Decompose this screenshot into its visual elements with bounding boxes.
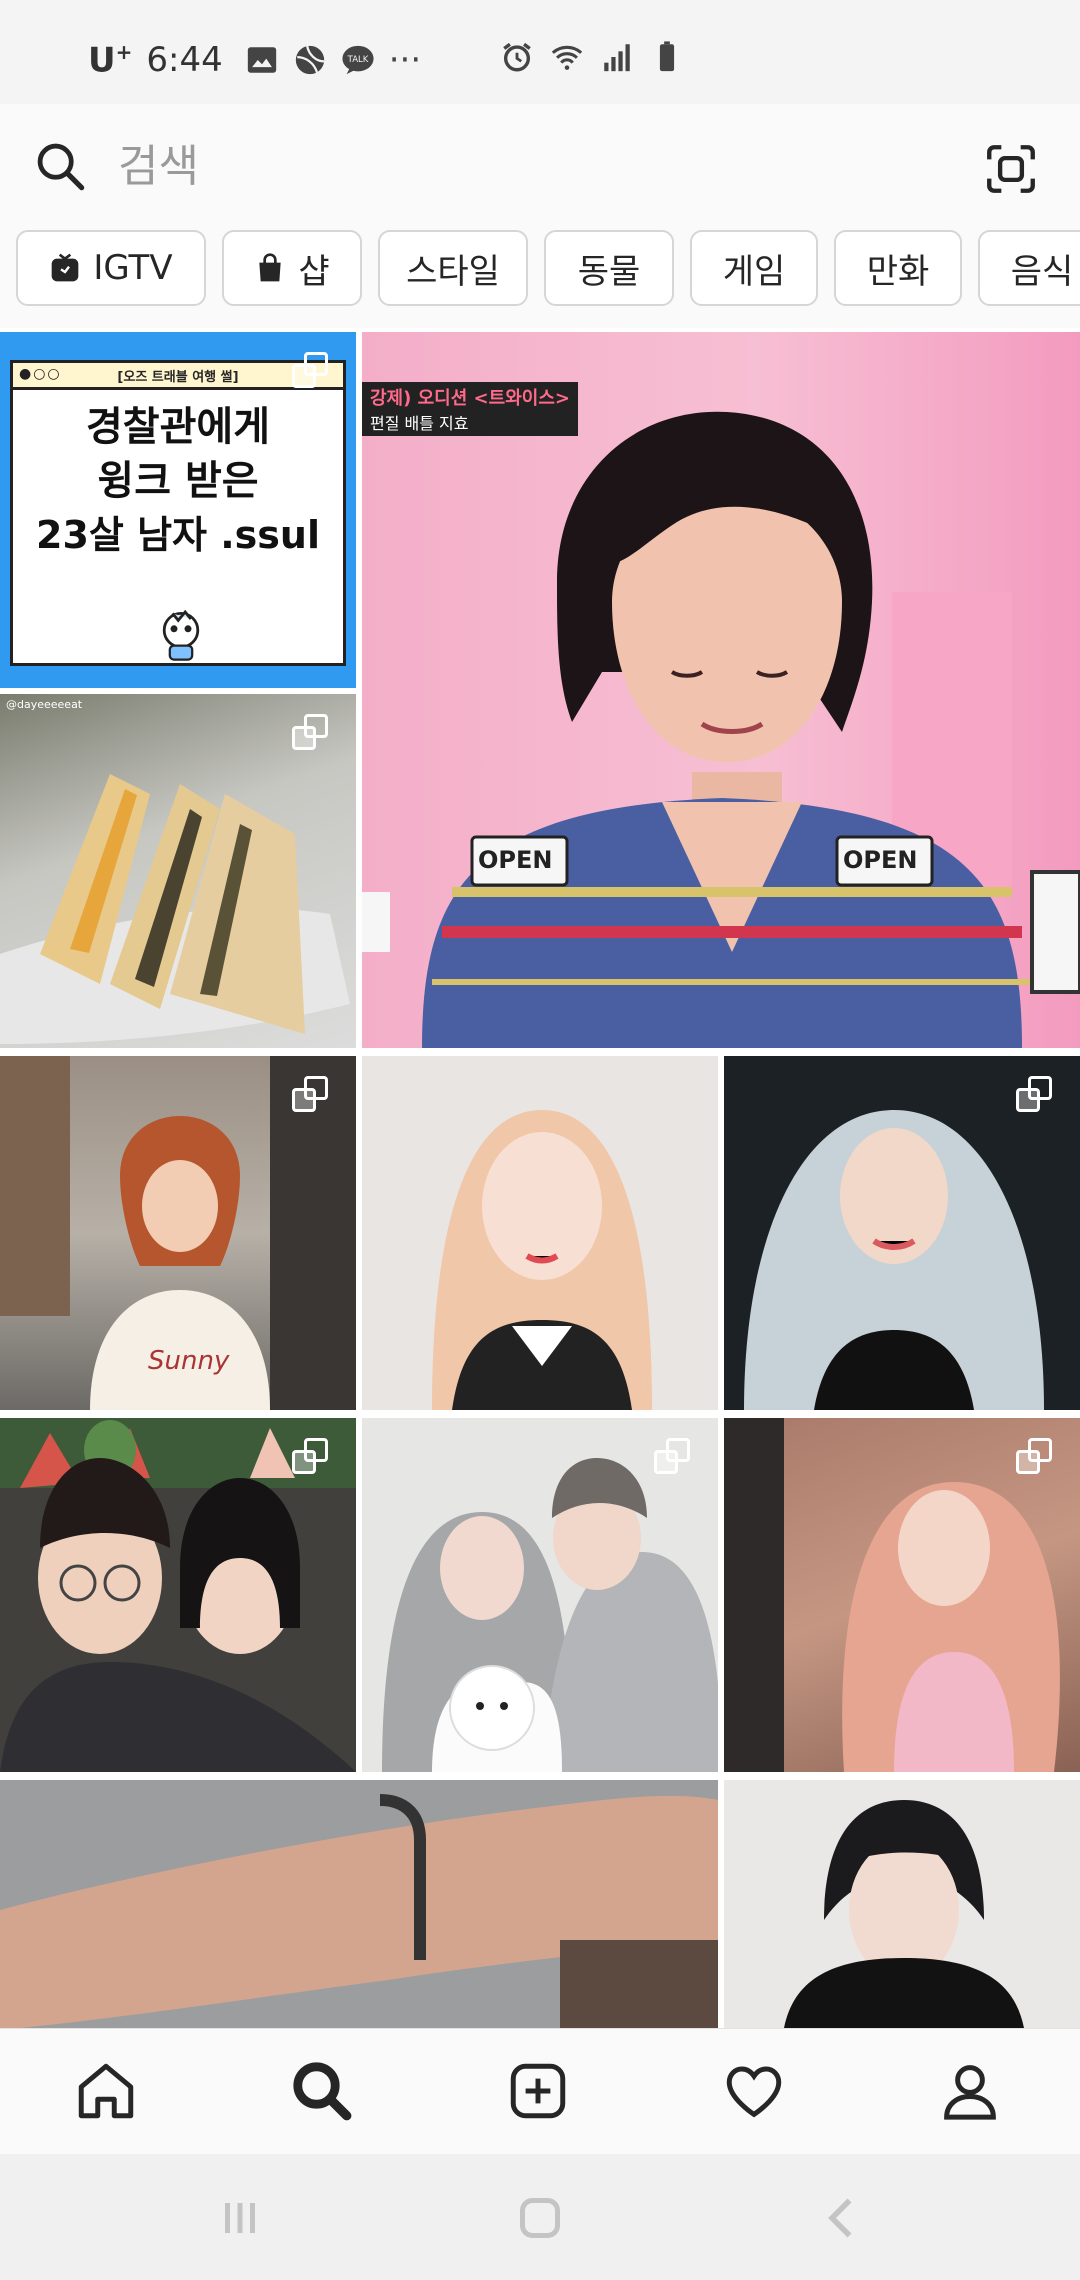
more-notifications-icon: ··· [388, 40, 422, 81]
chip-label: 게임 [722, 251, 786, 292]
shop-bag-icon [259, 253, 282, 282]
multiple-posts-icon [292, 714, 328, 750]
chip-label: 동물 [577, 251, 641, 292]
multiple-posts-icon [1016, 1438, 1052, 1474]
search-icon [293, 2062, 352, 2121]
multiple-posts-icon [1016, 1076, 1052, 1112]
chip-food[interactable]: 음식 [978, 230, 1080, 306]
nav-new-post[interactable] [502, 2055, 574, 2127]
svg-text:TALK: TALK [346, 55, 368, 65]
wifi-icon [551, 45, 583, 70]
chip-shop[interactable]: 샵 [222, 230, 362, 306]
chip-games[interactable]: 게임 [690, 230, 818, 306]
chip-igtv[interactable]: IGTV [16, 230, 206, 306]
chip-label: 샵 [298, 251, 330, 292]
multiple-posts-icon [292, 1438, 328, 1474]
card-frame: ●○○ [오즈 트래블 여행 썰] 경찰관에게 윙크 받은 23살 남자 .ss… [10, 360, 346, 666]
search-icon [34, 140, 86, 192]
talk-icon: TALK [342, 45, 374, 75]
multiple-posts-icon [292, 1076, 328, 1112]
multiple-posts-icon [292, 352, 328, 388]
scan-icon [987, 145, 1035, 193]
sign-text-left: OPEN [478, 846, 553, 874]
post-thumbnail-large[interactable]: 강제) 오디션 <트와이스> 편질 배틀 지효 OPEN OPEN [362, 332, 1080, 1048]
recents-button[interactable] [210, 2188, 270, 2248]
arm-image [0, 1780, 718, 2028]
portrait-image [784, 1800, 1024, 2028]
chip-label: 음식 [1010, 251, 1074, 292]
home-button[interactable] [510, 2188, 570, 2248]
post-thumbnail[interactable] [724, 1056, 1080, 1410]
post-thumbnail[interactable] [724, 1780, 1080, 2028]
watermark: @dayeeeeeat [6, 698, 83, 711]
card-text: 경찰관에게 윙크 받은 23살 남자 .ssul [36, 404, 320, 557]
home-icon [78, 2063, 134, 2119]
recents-icon [225, 2203, 255, 2233]
post-thumbnail[interactable]: ●○○ [오즈 트래블 여행 썰] 경찰관에게 윙크 받은 23살 남자 .ss… [0, 332, 356, 688]
person-figure [362, 411, 1080, 1048]
gallery-icon [247, 47, 276, 73]
system-nav-bar [0, 2154, 1080, 2280]
post-thumbnail[interactable] [724, 1418, 1080, 1772]
mascot-icon [162, 609, 200, 661]
bottom-nav [0, 2028, 1080, 2155]
explore-grid: ●○○ [오즈 트래블 여행 썰] 경찰관에게 윙크 받은 23살 남자 .ss… [0, 332, 1080, 2028]
add-post-icon [510, 2063, 566, 2119]
back-button[interactable] [812, 2188, 872, 2248]
sign-text-right: OPEN [843, 846, 918, 874]
scan-button[interactable] [982, 140, 1040, 198]
post-thumbnail[interactable] [362, 1418, 718, 1772]
post-thumbnail[interactable]: Sunny [0, 1056, 356, 1410]
chip-label: 만화 [866, 251, 930, 292]
post-thumbnail[interactable] [0, 1418, 356, 1772]
portrait-image [432, 1110, 652, 1410]
nav-search[interactable] [286, 2055, 358, 2127]
shirt-text: Sunny [148, 1346, 230, 1376]
status-bar: U+ 6:44 TALK ··· [0, 0, 1080, 104]
nav-home[interactable] [70, 2055, 142, 2127]
profile-icon [944, 2065, 996, 2120]
battery-icon [659, 41, 675, 72]
post-thumbnail[interactable] [362, 1056, 718, 1410]
post-thumbnail[interactable]: @dayeeeeeat [0, 694, 356, 1048]
signal-icon [604, 44, 630, 72]
sports-ball-icon [295, 45, 324, 75]
chip-comics[interactable]: 만화 [834, 230, 962, 306]
post-thumbnail-video[interactable] [0, 1780, 718, 2028]
chip-animals[interactable]: 동물 [544, 230, 674, 306]
heart-icon [726, 2066, 782, 2118]
alarm-icon [503, 42, 531, 72]
carrier-label: U+ [88, 40, 133, 81]
chip-style[interactable]: 스타일 [378, 230, 528, 306]
chip-label: IGTV [93, 248, 173, 288]
multiple-posts-icon [654, 1438, 690, 1474]
back-icon [828, 2198, 852, 2238]
igtv-icon [52, 253, 79, 282]
search-input[interactable] [118, 134, 718, 198]
nav-activity[interactable] [718, 2055, 790, 2127]
home-pill-icon [520, 2198, 560, 2238]
nav-profile[interactable] [934, 2055, 1006, 2127]
chip-label: 스타일 [406, 251, 500, 292]
search-header [0, 104, 1080, 228]
category-chips: IGTV 샵 스타일 동물 게임 만화 음식 [0, 228, 1080, 328]
status-time: 6:44 [146, 40, 223, 81]
